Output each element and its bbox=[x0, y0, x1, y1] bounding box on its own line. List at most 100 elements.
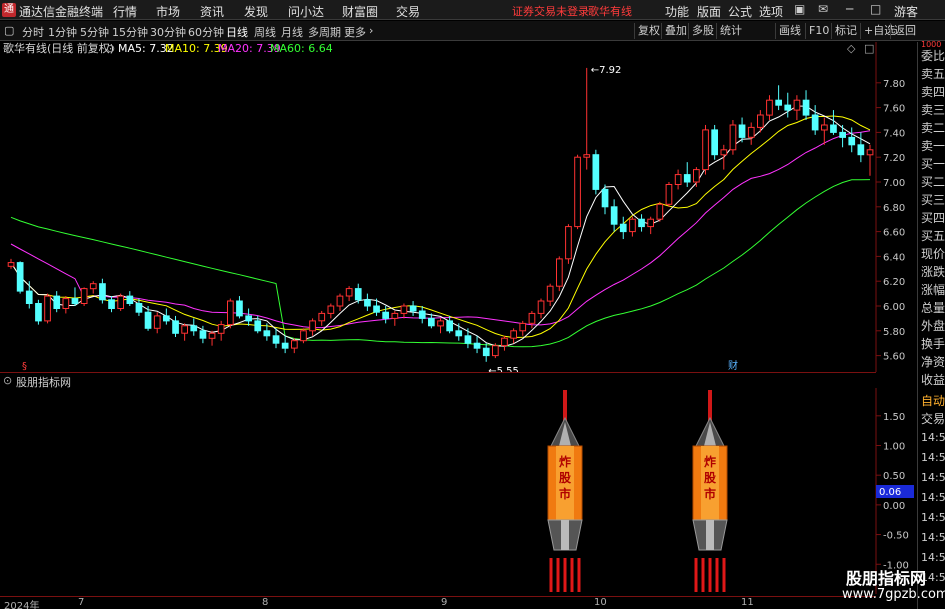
tf-weekly[interactable]: 周线 bbox=[254, 24, 276, 40]
indicator-chart[interactable]: 1.501.000.500.00-0.50-1.00 炸股市炸股市 0.06 bbox=[0, 388, 915, 594]
skin-icon[interactable]: ▣ bbox=[794, 2, 805, 16]
candle-body-56 bbox=[519, 322, 527, 332]
minimize-icon[interactable]: ─ bbox=[846, 2, 853, 16]
sub-tick-label-3: 0.00 bbox=[883, 501, 905, 512]
panel-item-buy1[interactable]: 买一 bbox=[921, 155, 945, 172]
stats-button[interactable]: 统计 bbox=[716, 23, 742, 39]
menu-functions[interactable]: 功能 bbox=[665, 3, 689, 20]
tf-30min[interactable]: 30分钟 bbox=[150, 24, 186, 40]
guest-label[interactable]: 游客 bbox=[894, 3, 918, 20]
panel-item-earnings[interactable]: 收益 bbox=[921, 371, 945, 388]
candle-3 bbox=[35, 299, 42, 325]
candle-body-80 bbox=[738, 124, 746, 138]
f10-button[interactable]: F10 bbox=[805, 23, 829, 39]
sub-tick-label-0: 1.50 bbox=[883, 412, 905, 423]
panel-item-buy5[interactable]: 买五 bbox=[921, 227, 945, 244]
window-icon[interactable]: ▢ bbox=[4, 24, 14, 37]
panel-item-sell3[interactable]: 卖三 bbox=[921, 101, 945, 118]
panel-item-buy4[interactable]: 买四 bbox=[921, 209, 945, 226]
trade-time-1: 14:56 bbox=[921, 431, 945, 444]
menu-ask[interactable]: 问小达 bbox=[288, 3, 324, 20]
collapse-icon[interactable]: ⊙ bbox=[106, 42, 115, 55]
candle-83 bbox=[766, 95, 773, 120]
panel-item-buy2[interactable]: 买二 bbox=[921, 173, 945, 190]
candle-10 bbox=[99, 278, 106, 304]
candle-5 bbox=[53, 291, 61, 313]
candle-body-79 bbox=[729, 124, 737, 151]
tf-daily[interactable]: 日线 bbox=[226, 24, 248, 40]
title-bar: 通 通达信金融终端 行情 市场 资讯 发现 问小达 财富圈 交易 证券交易未登录… bbox=[0, 0, 945, 20]
panel-item-netasset[interactable]: 净资 bbox=[921, 353, 945, 370]
menu-layout[interactable]: 版面 bbox=[697, 3, 721, 20]
candle-body-35 bbox=[327, 305, 335, 314]
candle-73 bbox=[674, 169, 682, 190]
panel-item-sell4[interactable]: 卖四 bbox=[921, 83, 945, 100]
candle-body-12 bbox=[117, 295, 125, 310]
y-tick-label-4: 7.00 bbox=[883, 178, 905, 189]
login-notice[interactable]: 证券交易未登录 bbox=[512, 3, 589, 19]
mail-icon[interactable]: ✉ bbox=[818, 2, 828, 16]
menu-discover[interactable]: 发现 bbox=[244, 3, 268, 20]
candle-body-39 bbox=[364, 299, 371, 307]
candle-65 bbox=[601, 184, 609, 215]
candle-body-42 bbox=[391, 312, 399, 319]
candle-body-64 bbox=[592, 154, 600, 190]
panel-item-trade[interactable]: 交易 bbox=[921, 410, 945, 427]
watermark-url: www.7gpzb.com bbox=[842, 587, 945, 602]
panel-item-weibi[interactable]: 委比 bbox=[921, 47, 945, 64]
candle-22 bbox=[208, 330, 216, 346]
rocket-flame-0-1 bbox=[556, 558, 560, 592]
candlestick-chart[interactable]: 歌华有线(日线 前复权) ⊙ MA5: 7.32 MA10: 7.39 MA20… bbox=[0, 42, 915, 372]
panel-item-sell5[interactable]: 卖五 bbox=[921, 65, 945, 82]
panel-item-buy3[interactable]: 买三 bbox=[921, 191, 945, 208]
y-tick-label-3: 7.20 bbox=[883, 153, 905, 164]
panel-item-change[interactable]: 涨跌 bbox=[921, 263, 945, 280]
candle-body-25 bbox=[236, 300, 243, 317]
panel-item-auto[interactable]: 自动 bbox=[921, 392, 945, 409]
overlay-button[interactable]: 叠加 bbox=[661, 23, 687, 39]
tf-intraday[interactable]: 分时 bbox=[22, 24, 44, 40]
expand-icon[interactable]: □ bbox=[864, 42, 874, 55]
candle-2 bbox=[25, 281, 33, 309]
tf-5min[interactable]: 5分钟 bbox=[80, 24, 109, 40]
candle-body-82 bbox=[757, 114, 764, 128]
candle-70 bbox=[647, 216, 654, 235]
tf-15min[interactable]: 15分钟 bbox=[112, 24, 148, 40]
candle-16 bbox=[153, 312, 161, 334]
panel-item-pct[interactable]: 涨幅 bbox=[921, 281, 945, 298]
multi-stock-button[interactable]: 多股 bbox=[688, 23, 714, 39]
adjust-button[interactable]: 复权 bbox=[634, 23, 660, 39]
diamond-icon[interactable]: ◇ bbox=[847, 42, 856, 55]
menu-exchange[interactable]: 市场 bbox=[156, 3, 180, 20]
panel-item-outer[interactable]: 外盘 bbox=[921, 317, 945, 334]
panel-item-sell2[interactable]: 卖二 bbox=[921, 119, 945, 136]
tf-multi[interactable]: 多周期 bbox=[308, 24, 341, 40]
indicator-toggle-icon[interactable]: ⊙ bbox=[3, 374, 12, 387]
menu-formula[interactable]: 公式 bbox=[728, 3, 752, 20]
tf-60min[interactable]: 60分钟 bbox=[188, 24, 224, 40]
candle-33 bbox=[309, 318, 316, 336]
chevron-right-icon[interactable]: › bbox=[369, 24, 373, 37]
panel-item-price[interactable]: 现价 bbox=[921, 245, 945, 262]
back-button[interactable]: 返回 bbox=[890, 23, 916, 39]
candle-body-2 bbox=[25, 290, 33, 305]
panel-item-volume[interactable]: 总量 bbox=[921, 299, 945, 316]
rocket-flame-0-4 bbox=[577, 558, 581, 592]
draw-button[interactable]: 画线 bbox=[775, 23, 801, 39]
tf-1min[interactable]: 1分钟 bbox=[48, 24, 77, 40]
mark-button[interactable]: 标记 bbox=[831, 23, 857, 39]
trade-time-4: 14:56 bbox=[921, 491, 945, 504]
tf-monthly[interactable]: 月线 bbox=[281, 24, 303, 40]
candle-93 bbox=[857, 132, 865, 163]
panel-item-sell1[interactable]: 卖一 bbox=[921, 137, 945, 154]
menu-trade[interactable]: 交易 bbox=[396, 3, 420, 20]
menu-market[interactable]: 行情 bbox=[113, 3, 137, 20]
menu-options[interactable]: 选项 bbox=[759, 3, 783, 20]
stock-link[interactable]: 歌华有线 bbox=[588, 3, 632, 19]
tf-more[interactable]: 更多 bbox=[344, 24, 366, 40]
panel-item-turnover[interactable]: 换手 bbox=[921, 335, 945, 352]
menu-wealth[interactable]: 财富圈 bbox=[342, 3, 378, 20]
rocket-text-1-0: 炸 bbox=[704, 454, 716, 469]
maximize-icon[interactable]: □ bbox=[870, 2, 881, 16]
menu-news[interactable]: 资讯 bbox=[200, 3, 224, 20]
